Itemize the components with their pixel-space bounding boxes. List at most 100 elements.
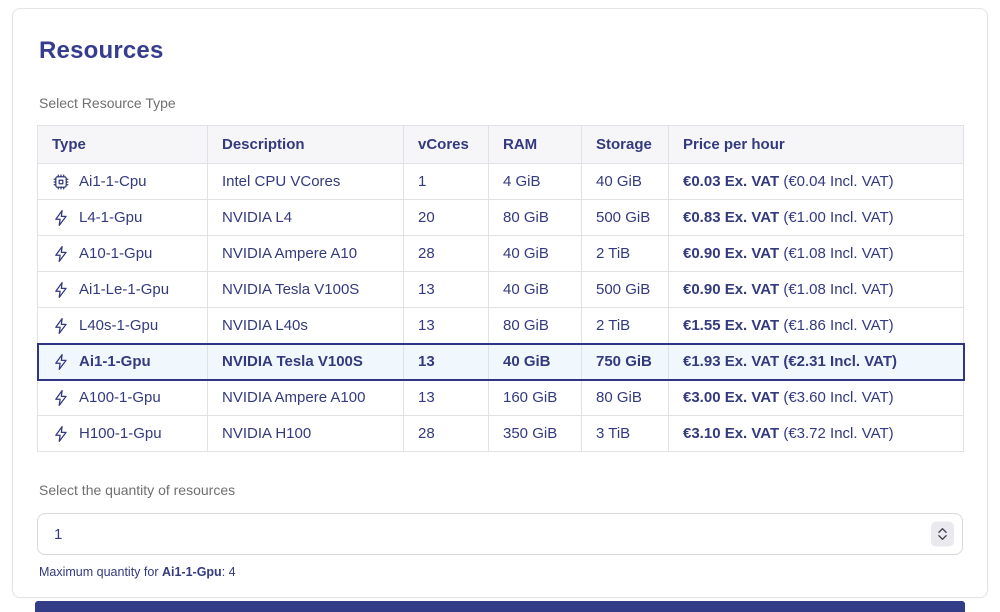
cell-storage: 2 TiB <box>582 308 669 344</box>
zap-icon <box>52 317 70 335</box>
type-label: A100-1-Gpu <box>79 389 161 406</box>
price-ex-vat: €1.93 Ex. VAT <box>683 353 779 370</box>
table-header-row: Type Description vCores RAM Storage Pric… <box>38 126 964 164</box>
quantity-label: Select the quantity of resources <box>39 482 961 499</box>
cell-type: L40s-1-Gpu <box>38 308 208 344</box>
quantity-input[interactable] <box>37 513 963 555</box>
cpu-icon <box>52 173 70 191</box>
cell-vcores: 28 <box>404 416 489 452</box>
cell-price: €3.00 Ex. VAT (€3.60 Incl. VAT) <box>669 380 964 416</box>
table-row[interactable]: Ai1-Le-1-GpuNVIDIA Tesla V100S1340 GiB50… <box>38 272 964 308</box>
price-incl-vat: (€1.08 Incl. VAT) <box>779 281 894 298</box>
cell-price: €3.10 Ex. VAT (€3.72 Incl. VAT) <box>669 416 964 452</box>
zap-icon <box>52 281 70 299</box>
price-incl-vat: (€1.08 Incl. VAT) <box>779 245 894 262</box>
header-ram: RAM <box>489 126 582 164</box>
cell-vcores: 28 <box>404 236 489 272</box>
table-row[interactable]: L4-1-GpuNVIDIA L42080 GiB500 GiB€0.83 Ex… <box>38 200 964 236</box>
header-description: Description <box>208 126 404 164</box>
type-label: A10-1-Gpu <box>79 245 152 262</box>
price-ex-vat: €0.83 Ex. VAT <box>683 209 779 226</box>
quantity-field-wrap <box>37 513 963 555</box>
table-row[interactable]: H100-1-GpuNVIDIA H10028350 GiB3 TiB€3.10… <box>38 416 964 452</box>
cell-ram: 350 GiB <box>489 416 582 452</box>
type-label: Ai1-1-Gpu <box>79 353 151 370</box>
cell-storage: 2 TiB <box>582 236 669 272</box>
price-incl-vat: (€1.86 Incl. VAT) <box>779 317 894 334</box>
table-row[interactable]: Ai1-1-CpuIntel CPU VCores14 GiB40 GiB€0.… <box>38 164 964 200</box>
cell-storage: 500 GiB <box>582 272 669 308</box>
header-vcores: vCores <box>404 126 489 164</box>
header-price: Price per hour <box>669 126 964 164</box>
price-ex-vat: €0.03 Ex. VAT <box>683 173 779 190</box>
cell-type: A10-1-Gpu <box>38 236 208 272</box>
price-incl-vat: (€1.00 Incl. VAT) <box>779 209 894 226</box>
cell-ram: 80 GiB <box>489 308 582 344</box>
chevron-down-icon <box>938 535 947 541</box>
cell-description: Intel CPU VCores <box>208 164 404 200</box>
cell-vcores: 13 <box>404 380 489 416</box>
type-label: L4-1-Gpu <box>79 209 142 226</box>
cell-storage: 500 GiB <box>582 200 669 236</box>
cell-ram: 160 GiB <box>489 380 582 416</box>
cell-storage: 3 TiB <box>582 416 669 452</box>
cell-description: NVIDIA H100 <box>208 416 404 452</box>
cell-type: H100-1-Gpu <box>38 416 208 452</box>
helper-suffix: : 4 <box>222 565 236 579</box>
cell-description: NVIDIA Ampere A10 <box>208 236 404 272</box>
cell-storage: 750 GiB <box>582 344 669 380</box>
table-row[interactable]: Ai1-1-GpuNVIDIA Tesla V100S1340 GiB750 G… <box>38 344 964 380</box>
cell-price: €1.55 Ex. VAT (€1.86 Incl. VAT) <box>669 308 964 344</box>
cell-type: Ai1-1-Gpu <box>38 344 208 380</box>
zap-icon <box>52 425 70 443</box>
cell-price: €0.90 Ex. VAT (€1.08 Incl. VAT) <box>669 272 964 308</box>
table-row[interactable]: A100-1-Gpu NVIDIA Ampere A10013160 GiB80 … <box>38 380 964 416</box>
type-label: H100-1-Gpu <box>79 425 162 442</box>
footer-bar <box>35 601 965 612</box>
price-ex-vat: €1.55 Ex. VAT <box>683 317 779 334</box>
cell-ram: 40 GiB <box>489 344 582 380</box>
zap-icon <box>52 209 70 227</box>
cell-ram: 40 GiB <box>489 236 582 272</box>
resource-type-label: Select Resource Type <box>39 95 961 112</box>
header-storage: Storage <box>582 126 669 164</box>
cell-price: €0.90 Ex. VAT (€1.08 Incl. VAT) <box>669 236 964 272</box>
cell-description: NVIDIA L4 <box>208 200 404 236</box>
price-incl-vat: (€3.72 Incl. VAT) <box>779 425 894 442</box>
helper-resource-name: Ai1-1-Gpu <box>162 565 222 579</box>
cell-vcores: 13 <box>404 344 489 380</box>
cell-type: L4-1-Gpu <box>38 200 208 236</box>
cell-price: €0.03 Ex. VAT (€0.04 Incl. VAT) <box>669 164 964 200</box>
zap-icon <box>52 389 70 407</box>
price-ex-vat: €0.90 Ex. VAT <box>683 245 779 262</box>
type-label: Ai1-Le-1-Gpu <box>79 281 169 298</box>
helper-prefix: Maximum quantity for <box>39 565 162 579</box>
table-row[interactable]: A10-1-GpuNVIDIA Ampere A102840 GiB2 TiB€… <box>38 236 964 272</box>
cell-ram: 4 GiB <box>489 164 582 200</box>
cell-price: €1.93 Ex. VAT (€2.31 Incl. VAT) <box>669 344 964 380</box>
cell-type: A100-1-Gpu <box>38 380 208 416</box>
page-title: Resources <box>39 37 961 65</box>
price-incl-vat: (€0.04 Incl. VAT) <box>779 173 894 190</box>
cell-storage: 80 GiB <box>582 380 669 416</box>
price-ex-vat: €3.00 Ex. VAT <box>683 389 779 406</box>
price-incl-vat: (€3.60 Incl. VAT) <box>779 389 894 406</box>
cell-description: NVIDIA Ampere A100 <box>208 380 404 416</box>
max-quantity-helper: Maximum quantity for Ai1-1-Gpu: 4 <box>39 565 961 580</box>
cell-ram: 80 GiB <box>489 200 582 236</box>
resource-table: Type Description vCores RAM Storage Pric… <box>37 125 964 452</box>
header-type: Type <box>38 126 208 164</box>
cell-type: Ai1-1-Cpu <box>38 164 208 200</box>
cell-ram: 40 GiB <box>489 272 582 308</box>
table-row[interactable]: L40s-1-GpuNVIDIA L40s1380 GiB2 TiB€1.55 … <box>38 308 964 344</box>
cell-description: NVIDIA Tesla V100S <box>208 272 404 308</box>
price-ex-vat: €0.90 Ex. VAT <box>683 281 779 298</box>
zap-icon <box>52 245 70 263</box>
price-ex-vat: €3.10 Ex. VAT <box>683 425 779 442</box>
cell-price: €0.83 Ex. VAT (€1.00 Incl. VAT) <box>669 200 964 236</box>
type-label: Ai1-1-Cpu <box>79 173 147 190</box>
resources-card: Resources Select Resource Type Type Desc… <box>12 8 988 598</box>
quantity-stepper[interactable] <box>931 522 954 547</box>
cell-description: NVIDIA L40s <box>208 308 404 344</box>
zap-icon <box>52 353 70 371</box>
